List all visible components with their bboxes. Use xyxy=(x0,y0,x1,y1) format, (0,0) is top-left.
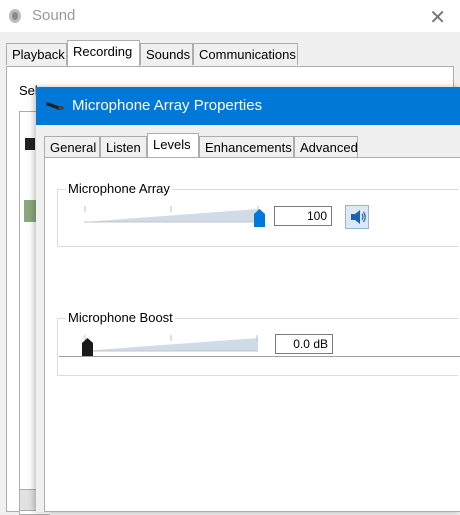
tab-sounds[interactable]: Sounds xyxy=(140,43,193,65)
microphone-array-label: Microphone Array xyxy=(66,181,172,196)
tab-playback[interactable]: Playback xyxy=(6,43,67,65)
mute-toggle-button[interactable] xyxy=(345,205,369,229)
tab-levels[interactable]: Levels xyxy=(147,133,199,160)
microphone-array-group: Microphone Array 100 xyxy=(57,181,458,247)
speaker-icon xyxy=(351,210,366,224)
microphone-boost-value[interactable]: 0.0 dB xyxy=(275,334,333,354)
device-icon[interactable] xyxy=(25,138,35,150)
close-icon[interactable]: ✕ xyxy=(429,5,446,30)
mic-title-bar: Microphone Array Properties xyxy=(36,87,460,125)
sound-window-title: Sound xyxy=(32,7,76,24)
tab-advanced[interactable]: Advanced xyxy=(294,136,358,158)
mic-properties-window: Microphone Array Properties General List… xyxy=(36,87,460,512)
mic-window-title: Microphone Array Properties xyxy=(72,97,263,114)
device-icon[interactable] xyxy=(24,200,36,222)
slider-thumb[interactable] xyxy=(254,209,265,227)
tab-listen[interactable]: Listen xyxy=(100,136,147,158)
sound-title-bar: Sound ✕ xyxy=(0,0,460,32)
slider-track xyxy=(82,335,258,352)
microphone-array-slider[interactable] xyxy=(84,205,265,227)
tab-recording[interactable]: Recording xyxy=(67,40,140,67)
slider-track xyxy=(84,206,259,223)
speaker-app-icon xyxy=(9,9,21,23)
levels-panel: Microphone Array 100 Microphone Boost 0.… xyxy=(44,157,460,512)
microphone-boost-label: Microphone Boost xyxy=(66,310,175,325)
microphone-icon xyxy=(46,102,64,110)
tab-general[interactable]: General xyxy=(44,136,100,158)
tab-communications[interactable]: Communications xyxy=(193,43,298,65)
microphone-boost-slider[interactable] xyxy=(82,334,262,356)
microphone-array-value[interactable]: 100 xyxy=(274,206,332,226)
instruction-text: Sel xyxy=(19,83,38,98)
microphone-boost-group: Microphone Boost 0.0 dB xyxy=(57,310,458,376)
slider-thumb[interactable] xyxy=(82,338,93,356)
tab-enhancements[interactable]: Enhancements xyxy=(199,136,294,158)
